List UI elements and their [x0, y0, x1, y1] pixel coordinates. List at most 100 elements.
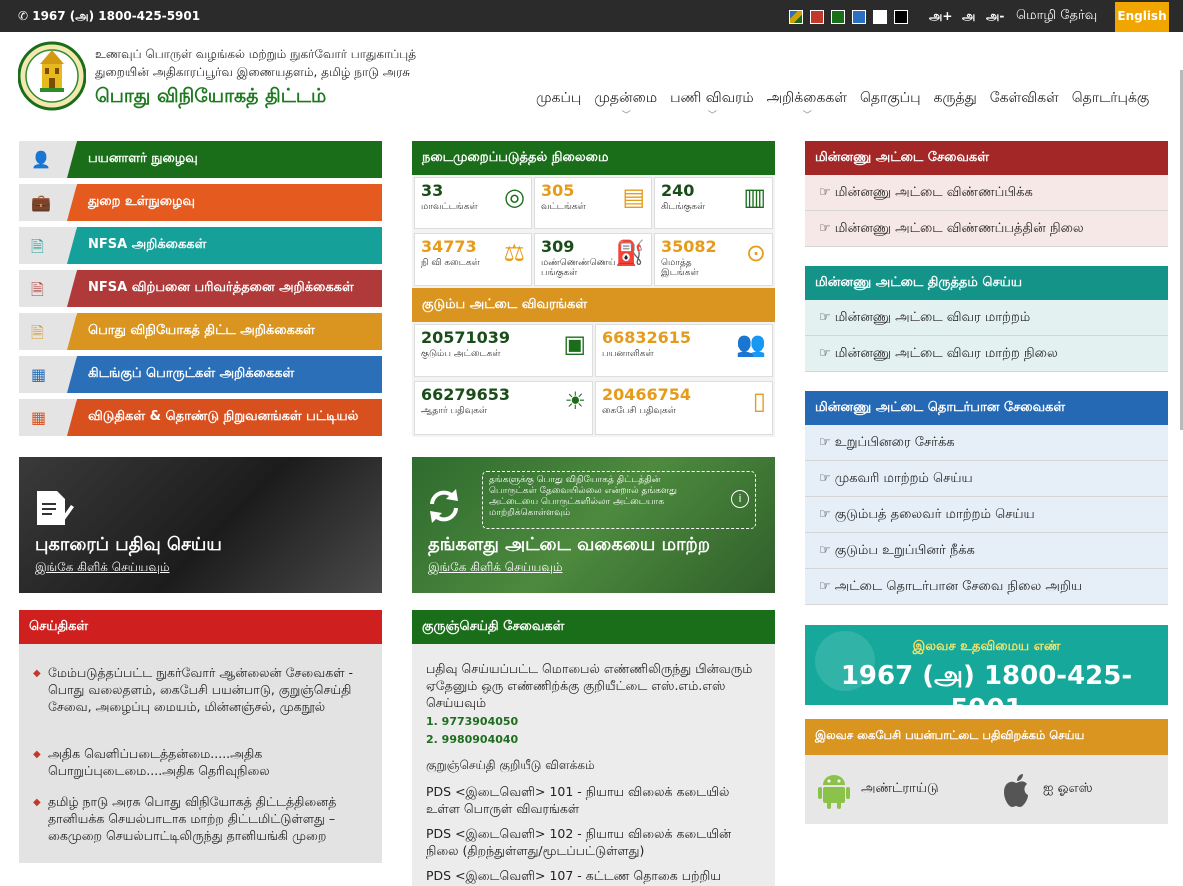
theme-swatch-black[interactable] — [894, 10, 908, 24]
head-of-family-change-link[interactable]: ☞ குடும்பத் தலைவர் மாற்றம் செய்ய — [805, 497, 1168, 533]
address-change-link[interactable]: ☞ முகவரி மாற்றம் செய்ய — [805, 461, 1168, 497]
chevron-down-icon: ﹀ — [707, 111, 717, 121]
pointing-hand-icon: ☞ — [819, 185, 835, 200]
helpline-number: 1967 (அ) 1800-425-5901 — [840, 661, 1133, 724]
stat-total-locations: 35082 மொத்த இடங்கள் ⊙ — [654, 233, 773, 286]
menu-user-login[interactable]: 👤 பயனாளர் நுழைவு — [19, 141, 382, 178]
map-icon: ▤ — [622, 183, 645, 211]
nav-contact[interactable]: தொடர்புக்கு — [1072, 90, 1150, 108]
english-button[interactable]: English — [1115, 2, 1169, 32]
sms-number-1: 1. 9773904050 — [426, 715, 519, 728]
complaint-banner[interactable]: புகாரைப் பதிவு செய்ய இங்கே கிளிக் செய்யவ… — [19, 457, 382, 593]
card-type-tooltip: தங்களுக்கு பொது விநியோகத் திட்டத்தின் பொ… — [482, 471, 756, 529]
nav-faq[interactable]: கேள்விகள் — [990, 90, 1059, 108]
stat-aadhaar: 66279653 ஆதார் பதிவுகள் ☀ — [414, 381, 593, 435]
sms-title: குருஞ்செய்தி சேவைகள் — [412, 610, 775, 644]
tamilnadu-emblem-logo[interactable] — [18, 40, 86, 112]
menu-hostels-list[interactable]: ▦ விடுதிகள் & தொண்டு நிறுவனங்கள் பட்டியல… — [19, 399, 382, 436]
nav-home[interactable]: முகப்பு — [536, 90, 581, 108]
news-item[interactable]: ◆ தமிழ் நாடு அரசு பொது விநியோகத் திட்டத்த… — [30, 793, 355, 844]
nav-gallery[interactable]: தொகுப்பு — [860, 90, 921, 108]
complaint-banner-link[interactable]: இங்கே கிளிக் செய்யவும் — [35, 560, 169, 576]
language-select[interactable]: மொழி தேர்வு — [1016, 8, 1097, 24]
theme-swatch-red[interactable] — [810, 10, 824, 24]
stat-godowns: 240 கிடங்குகள் ▥ — [654, 177, 773, 229]
menu-nfsa-reports[interactable]: 🗎 NFSA அறிக்கைகள் — [19, 227, 382, 264]
top-bar: ✆ 1967 (அ) 1800-425-5901 அ+ அ அ- மொழி தே… — [0, 0, 1183, 32]
theme-swatch-mixed[interactable] — [789, 10, 803, 24]
font-normal-button[interactable]: அ — [962, 9, 975, 25]
ios-app-link[interactable]: ஐ ஓஎஸ் — [1000, 771, 1120, 809]
menu-nfsa-sales-reports[interactable]: 🗎 NFSA விற்பனை பரிவர்த்தனை அறிக்கைகள் — [19, 270, 382, 307]
smart-card-correction-title: மின்னணு அட்டை திருத்தம் செய்ய — [805, 266, 1168, 300]
theme-swatch-green[interactable] — [831, 10, 845, 24]
smart-card-change-status-link[interactable]: ☞ மின்னணு அட்டை விவர மாற்ற நிலை — [805, 336, 1168, 372]
add-member-link[interactable]: ☞ உறுப்பினரை சேர்க்க — [805, 425, 1168, 461]
theme-swatches — [789, 10, 908, 24]
smart-card-services-title: மின்னணு அட்டை சேவைகள் — [805, 141, 1168, 175]
boxes-icon: ▦ — [31, 408, 47, 427]
nav-work-details[interactable]: பணி விவரம் ﹀ — [670, 90, 754, 121]
news-item[interactable]: ◆ மேம்படுத்தப்பட்ட நுகர்வோர் ஆன்லைன் சேவை… — [30, 664, 355, 715]
stat-mobile-registrations: 20466754 கைபேசி பதிவுகள் ▯ — [595, 381, 773, 435]
smart-card-related-title: மின்னணு அட்டை தொடர்பான சேவைகள் — [805, 391, 1168, 425]
service-status-link[interactable]: ☞ அட்டை தொடர்பான சேவை நிலை அறிய — [805, 569, 1168, 605]
document-icon: 🗎 — [31, 237, 44, 256]
font-decrease-button[interactable]: அ- — [986, 9, 1004, 25]
document-icon: 🗎 — [31, 280, 44, 299]
nav-feedback[interactable]: கருத்து — [934, 90, 977, 108]
sms-code-title: குறுஞ்செய்தி குறியீடு விளக்கம் — [426, 758, 595, 772]
boxes-icon: ▦ — [31, 365, 47, 384]
card-type-banner-link[interactable]: இங்கே கிளிக் செய்யவும் — [428, 560, 562, 576]
stat-beneficiaries: 66832615 பயனாளிகள் 👥 — [595, 324, 773, 377]
scale-icon: ⚖ — [503, 239, 525, 267]
pointing-hand-icon: ☞ — [819, 310, 835, 325]
stat-kerosene-bunks: 309 மண்ணெண்ணெய் பங்குகள் ⛽ — [534, 233, 652, 286]
stat-family-cards: 20571039 குடும்ப அட்டைகள் ▣ — [414, 324, 593, 377]
theme-swatch-blue[interactable] — [852, 10, 866, 24]
briefcase-icon: 💼 — [31, 193, 51, 212]
warehouse-icon: ▥ — [743, 183, 766, 211]
fuel-pump-icon: ⛽ — [615, 239, 645, 267]
sms-number-2: 2. 9980904040 — [426, 733, 519, 746]
android-app-link[interactable]: அண்ட்ராய்டு — [818, 771, 939, 809]
topbar-phone: ✆ 1967 (அ) 1800-425-5901 — [18, 9, 201, 23]
diamond-bullet-icon: ◆ — [33, 797, 41, 808]
pointing-hand-icon: ☞ — [819, 507, 835, 522]
menu-department-login[interactable]: 💼 துறை உள்நுழைவு — [19, 184, 382, 221]
nav-reports[interactable]: அறிக்கைகள் ﹀ — [767, 90, 847, 121]
android-icon — [818, 775, 850, 809]
location-icon: ⊙ — [745, 239, 766, 267]
chevron-down-icon: ﹀ — [621, 111, 631, 121]
user-icon: 👤 — [31, 150, 51, 169]
smart-card-detail-change-link[interactable]: ☞ மின்னணு அட்டை விவர மாற்றம் — [805, 300, 1168, 336]
nav-main[interactable]: முதன்மை ﹀ — [594, 90, 657, 121]
font-increase-button[interactable]: அ+ — [929, 9, 952, 25]
info-icon[interactable]: i — [731, 490, 749, 508]
department-line-2: துறையின் அதிகாரப்பூர்வ இணையதளம், தமிழ் ந… — [95, 65, 411, 79]
phone-icon: ✆ — [18, 9, 33, 23]
theme-swatch-white[interactable] — [873, 10, 887, 24]
document-icon: 🗎 — [31, 323, 44, 342]
menu-pds-reports[interactable]: 🗎 பொது விநியோகத் திட்ட அறிக்கைகள் — [19, 313, 382, 350]
main-nav: முகப்பு முதன்மை ﹀ பணி விவரம் ﹀ அறிக்கைகள் ﹀… — [536, 90, 1150, 121]
id-card-icon: ▣ — [563, 330, 586, 358]
mobile-app-title: இலவச கைபேசி பயன்பாட்டை பதிவிறக்கம் செய்ய — [805, 719, 1168, 755]
refresh-icon — [430, 489, 458, 523]
news-item[interactable]: ◆ அதிக வெளிப்படைத்தன்மை.....அதிக பொறுப்பு… — [30, 745, 355, 779]
card-type-banner[interactable]: தங்களுக்கு பொது விநியோகத் திட்டத்தின் பொ… — [412, 457, 775, 593]
family-card-title: குடும்ப அட்டை விவரங்கள் — [412, 288, 775, 322]
stat-taluks: 305 வட்டங்கள் ▤ — [534, 177, 652, 229]
smart-card-status-link[interactable]: ☞ மின்னணு அட்டை விண்ணப்பத்தின் நிலை — [805, 211, 1168, 247]
site-title[interactable]: பொது விநியோகத் திட்டம் — [95, 85, 326, 110]
pointing-hand-icon: ☞ — [819, 221, 835, 236]
smart-card-apply-link[interactable]: ☞ மின்னணு அட்டை விண்ணப்பிக்க — [805, 175, 1168, 211]
news-title: செய்திகள் — [19, 610, 382, 644]
pointing-hand-icon: ☞ — [819, 579, 835, 594]
pointing-hand-icon: ☞ — [819, 346, 835, 361]
menu-godown-reports[interactable]: ▦ கிடங்குப் பொருட்கள் அறிக்கைகள் — [19, 356, 382, 393]
remove-member-link[interactable]: ☞ குடும்ப உறுப்பினர் நீக்க — [805, 533, 1168, 569]
department-line-1: உணவுப் பொருள் வழங்கல் மற்றும் நுகர்வோர் … — [95, 47, 417, 61]
pointing-hand-icon: ☞ — [819, 471, 835, 486]
helpline-box: இலவச உதவிமைய எண் 1967 (அ) 1800-425-5901 — [805, 625, 1168, 724]
